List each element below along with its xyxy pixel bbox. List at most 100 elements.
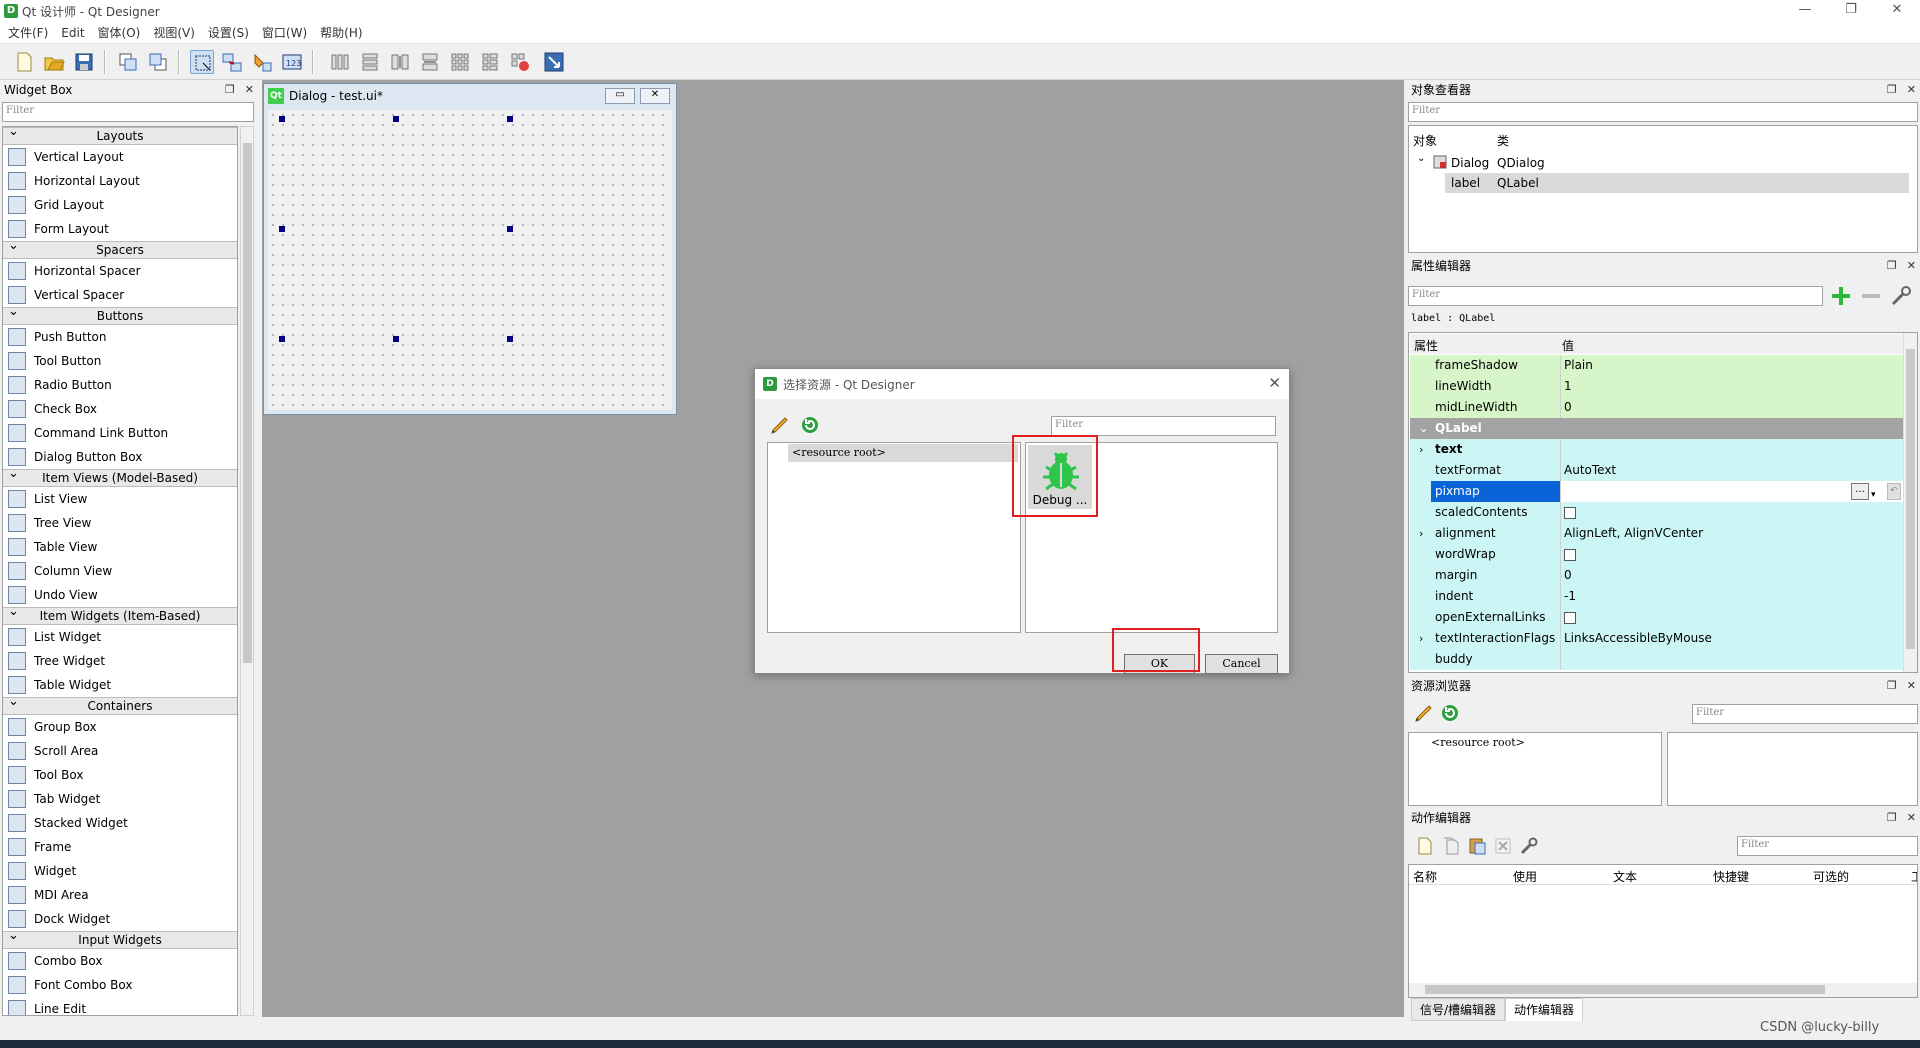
resource-root-item[interactable]: <resource root>: [1431, 736, 1525, 749]
menu-window[interactable]: 窗口(W): [262, 24, 307, 41]
wrench-icon[interactable]: [1889, 284, 1913, 308]
edit-resources-icon[interactable]: [1413, 702, 1435, 727]
float-icon[interactable]: ❐: [1887, 679, 1897, 692]
widget-list-item[interactable]: Table View: [3, 535, 237, 559]
property-checkbox[interactable]: [1564, 611, 1576, 624]
adjust-size-icon[interactable]: [542, 50, 566, 74]
property-scrollbar[interactable]: [1903, 333, 1917, 672]
widget-list-item[interactable]: Tool Box: [3, 763, 237, 787]
property-row[interactable]: scaledContents: [1410, 502, 1903, 523]
remove-property-icon[interactable]: [1859, 284, 1883, 308]
widget-list-item[interactable]: Form Layout: [3, 217, 237, 241]
action-table-hscrollbar[interactable]: [1409, 983, 1917, 997]
tab-signal-slot-editor[interactable]: 信号/槽编辑器: [1411, 998, 1506, 1021]
widget-category-header[interactable]: Layouts: [3, 127, 237, 145]
column-header-property[interactable]: 属性: [1414, 337, 1438, 354]
delete-action-icon[interactable]: [1493, 836, 1513, 859]
column-header-tooltip[interactable]: 工: [1911, 868, 1917, 885]
property-row[interactable]: › textInteractionFlags LinksAccessibleByMo…: [1410, 628, 1903, 649]
widget-category-header[interactable]: Item Views (Model-Based): [3, 465, 237, 487]
widget-category-header[interactable]: Containers: [3, 693, 237, 715]
chevron-down-icon[interactable]: ⌄: [1417, 153, 1425, 164]
menu-file[interactable]: 文件(F): [8, 24, 48, 41]
reload-icon[interactable]: [799, 414, 821, 439]
widget-list-item[interactable]: Table Widget: [3, 673, 237, 697]
widget-list-item[interactable]: Check Box: [3, 397, 237, 421]
widget-list-item[interactable]: Tree Widget: [3, 649, 237, 673]
edit-signals-slots-icon[interactable]: [220, 50, 244, 74]
property-filter-input[interactable]: Filter: [1408, 286, 1823, 306]
close-icon[interactable]: ✕: [1907, 83, 1916, 96]
widget-box-scrollbar[interactable]: [240, 126, 254, 1016]
property-value[interactable]: AutoText: [1560, 460, 1903, 481]
widget-list-item[interactable]: Column View: [3, 559, 237, 583]
edit-tab-order-icon[interactable]: 123: [280, 50, 304, 74]
menu-edit[interactable]: Edit: [61, 26, 84, 40]
menu-settings[interactable]: 设置(S): [208, 24, 249, 41]
close-icon[interactable]: ✕: [640, 88, 670, 104]
widget-list-item[interactable]: List View: [3, 487, 237, 511]
column-header-used[interactable]: 使用: [1513, 868, 1537, 885]
widget-list-item[interactable]: Frame: [3, 835, 237, 859]
property-row[interactable]: frameShadow Plain: [1410, 355, 1903, 376]
property-checkbox[interactable]: [1564, 548, 1576, 561]
property-value[interactable]: [1560, 544, 1903, 565]
column-header-class[interactable]: 类: [1497, 132, 1509, 149]
widget-list-item[interactable]: Combo Box: [3, 949, 237, 973]
widget-list-item[interactable]: Tab Widget: [3, 787, 237, 811]
resource-tree[interactable]: <resource root>: [767, 442, 1021, 633]
widget-list-item[interactable]: Dock Widget: [3, 907, 237, 931]
edit-buddies-icon[interactable]: [250, 50, 274, 74]
property-value[interactable]: [1560, 439, 1903, 460]
widget-list-item[interactable]: Line Edit: [3, 997, 237, 1015]
new-action-icon[interactable]: [1415, 836, 1435, 859]
layout-horizontal-icon[interactable]: [328, 50, 352, 74]
float-icon[interactable]: ❐: [1887, 811, 1897, 824]
widget-category-header[interactable]: Item Widgets (Item-Based): [3, 603, 237, 625]
object-inspector-filter-input[interactable]: Filter: [1408, 102, 1918, 122]
resource-browser-tree[interactable]: <resource root>: [1408, 732, 1662, 806]
layout-form-icon[interactable]: [478, 50, 502, 74]
property-row[interactable]: lineWidth 1: [1410, 376, 1903, 397]
minimize-icon[interactable]: —: [1782, 0, 1828, 22]
property-value[interactable]: [1560, 502, 1903, 523]
menu-view[interactable]: 视图(V): [153, 24, 195, 41]
property-row[interactable]: › text: [1410, 439, 1903, 460]
property-checkbox[interactable]: [1564, 506, 1576, 519]
widget-list-item[interactable]: Group Box: [3, 715, 237, 739]
cancel-button[interactable]: Cancel: [1205, 654, 1278, 674]
widget-category-header[interactable]: Spacers: [3, 237, 237, 259]
property-value[interactable]: -1: [1560, 586, 1903, 607]
property-section-header[interactable]: ⌄ QLabel: [1410, 418, 1903, 439]
chevron-right-icon[interactable]: ›: [1419, 628, 1423, 649]
column-header-text[interactable]: 文本: [1613, 868, 1637, 885]
selection-handle[interactable]: [279, 226, 285, 232]
close-icon[interactable]: ✕: [1874, 0, 1920, 22]
widget-list-item[interactable]: Widget: [3, 859, 237, 883]
tab-action-editor[interactable]: 动作编辑器: [1505, 998, 1584, 1021]
restore-icon[interactable]: ❐: [1828, 0, 1874, 22]
widget-list-item[interactable]: Horizontal Layout: [3, 169, 237, 193]
tree-row-object[interactable]: Dialog: [1451, 156, 1489, 170]
widget-list-item[interactable]: Scroll Area: [3, 739, 237, 763]
chevron-right-icon[interactable]: ›: [1419, 523, 1423, 544]
property-row[interactable]: margin 0: [1410, 565, 1903, 586]
column-header-shortcut[interactable]: 快捷键: [1713, 868, 1749, 885]
float-icon[interactable]: ❐: [1887, 259, 1897, 272]
minimize-icon[interactable]: ▭: [605, 88, 635, 104]
widget-list-item[interactable]: Font Combo Box: [3, 973, 237, 997]
action-filter-input[interactable]: Filter: [1737, 836, 1918, 856]
selection-handle[interactable]: [393, 116, 399, 122]
widget-list-item[interactable]: List Widget: [3, 625, 237, 649]
property-row[interactable]: openExternalLinks: [1410, 607, 1903, 628]
send-to-back-icon[interactable]: [146, 50, 170, 74]
form-canvas[interactable]: [268, 110, 672, 410]
widget-list-item[interactable]: Push Button: [3, 325, 237, 349]
tree-row-object[interactable]: label: [1451, 176, 1480, 190]
property-value[interactable]: Plain: [1560, 355, 1903, 376]
open-folder-icon[interactable]: [42, 50, 66, 74]
wrench-icon[interactable]: [1519, 836, 1539, 859]
float-icon[interactable]: ❐: [225, 83, 235, 96]
chevron-down-icon[interactable]: ⌄: [1419, 418, 1428, 439]
widget-box-list[interactable]: Layouts Vertical Layout Horizontal Layout G…: [2, 126, 238, 1016]
